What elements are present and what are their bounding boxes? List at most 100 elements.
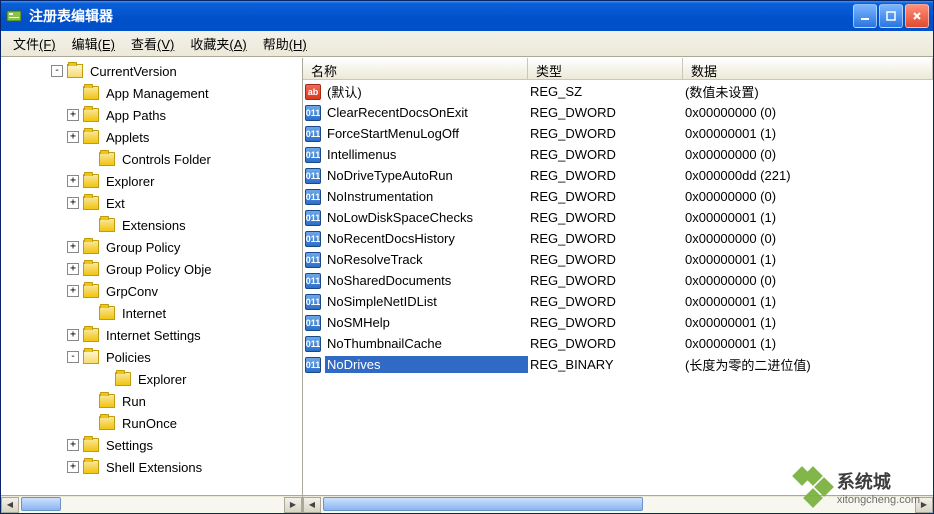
expand-icon[interactable]: + (67, 109, 79, 121)
column-name[interactable]: 名称 (303, 58, 528, 79)
list-row[interactable]: 011NoThumbnailCacheREG_DWORD0x00000001 (… (303, 333, 933, 354)
list-header: 名称 类型 数据 (303, 58, 933, 80)
window-title: 注册表编辑器 (29, 6, 853, 26)
registry-tree[interactable]: -CurrentVersionApp Management+App Paths+… (1, 58, 302, 495)
list-row[interactable]: 011NoLowDiskSpaceChecksREG_DWORD0x000000… (303, 207, 933, 228)
scroll-left-icon[interactable]: ◀ (303, 497, 321, 513)
tree-node[interactable]: RunOnce (3, 412, 300, 434)
expand-icon[interactable]: + (67, 197, 79, 209)
scroll-track[interactable] (19, 497, 284, 513)
tree-node[interactable]: +Group Policy (3, 236, 300, 258)
value-data: 0x00000000 (0) (683, 104, 933, 121)
expand-icon[interactable]: + (67, 285, 79, 297)
tree-node[interactable]: Run (3, 390, 300, 412)
tree-node[interactable]: Extensions (3, 214, 300, 236)
list-row[interactable]: 011NoInstrumentationREG_DWORD0x00000000 … (303, 186, 933, 207)
tree-node[interactable]: Controls Folder (3, 148, 300, 170)
values-list[interactable]: ab(默认)REG_SZ(数值未设置)011ClearRecentDocsOnE… (303, 80, 933, 495)
tree-node[interactable]: + App Paths (3, 104, 300, 126)
collapse-icon[interactable]: - (67, 351, 79, 363)
value-data: 0x00000001 (1) (683, 335, 933, 352)
scroll-right-icon[interactable]: ▶ (284, 497, 302, 513)
binary-value-icon: 011 (305, 273, 321, 289)
list-row[interactable]: 011NoRecentDocsHistoryREG_DWORD0x0000000… (303, 228, 933, 249)
expand-icon[interactable]: + (67, 131, 79, 143)
value-name: Intellimenus (325, 146, 528, 163)
menu-help[interactable]: 帮助(H) (255, 32, 315, 55)
titlebar[interactable]: 注册表编辑器 (1, 1, 933, 31)
scroll-left-icon[interactable]: ◀ (1, 497, 19, 513)
maximize-button[interactable] (879, 4, 903, 28)
watermark-logo-icon (795, 469, 831, 505)
expand-icon[interactable]: + (67, 461, 79, 473)
tree-label: Run (119, 393, 149, 410)
expand-icon[interactable]: + (67, 175, 79, 187)
menu-favorites[interactable]: 收藏夹(A) (182, 32, 254, 55)
value-type: REG_DWORD (528, 104, 683, 121)
close-button[interactable] (905, 4, 929, 28)
tree-panel: -CurrentVersionApp Management+App Paths+… (1, 58, 303, 513)
list-row[interactable]: 011NoSMHelpREG_DWORD0x00000001 (1) (303, 312, 933, 333)
folder-icon (83, 262, 99, 276)
expander-blank (83, 417, 95, 429)
value-data: (数值未设置) (683, 81, 933, 102)
tree-node[interactable]: +Ext (3, 192, 300, 214)
column-type[interactable]: 类型 (528, 58, 683, 79)
expand-icon[interactable]: + (67, 241, 79, 253)
list-row[interactable]: 011NoDrivesREG_BINARY(长度为零的二进位值) (303, 354, 933, 375)
expand-icon[interactable]: + (67, 263, 79, 275)
tree-node[interactable]: +Applets (3, 126, 300, 148)
menu-file[interactable]: 文件(F) (5, 32, 64, 55)
value-data: 0x00000000 (0) (683, 188, 933, 205)
menu-view[interactable]: 查看(V) (123, 32, 182, 55)
value-data: 0x00000001 (1) (683, 125, 933, 142)
registry-editor-window: 注册表编辑器 文件(F) 编辑(E) 查看(V) 收藏夹(A) 帮助(H) -C… (0, 0, 934, 514)
list-row[interactable]: 011NoResolveTrackREG_DWORD0x00000001 (1) (303, 249, 933, 270)
folder-icon (99, 416, 115, 430)
tree-hscrollbar[interactable]: ◀ ▶ (1, 495, 302, 513)
expander-blank (99, 373, 111, 385)
list-row[interactable]: 011ForceStartMenuLogOffREG_DWORD0x000000… (303, 123, 933, 144)
tree-node[interactable]: Explorer (3, 368, 300, 390)
tree-node[interactable]: +Shell Extensions (3, 456, 300, 478)
minimize-button[interactable] (853, 4, 877, 28)
scroll-thumb[interactable] (323, 497, 643, 511)
tree-node[interactable]: +GrpConv (3, 280, 300, 302)
tree-node[interactable]: App Management (3, 82, 300, 104)
tree-node[interactable]: +Internet Settings (3, 324, 300, 346)
tree-node[interactable]: +Settings (3, 434, 300, 456)
tree-node[interactable]: -CurrentVersion (3, 60, 300, 82)
tree-node[interactable]: +Group Policy Obje (3, 258, 300, 280)
value-data: 0x00000001 (1) (683, 314, 933, 331)
value-type: REG_DWORD (528, 251, 683, 268)
tree-node[interactable]: Internet (3, 302, 300, 324)
binary-value-icon: 011 (305, 231, 321, 247)
list-row[interactable]: ab(默认)REG_SZ(数值未设置) (303, 81, 933, 102)
content-area: -CurrentVersionApp Management+App Paths+… (1, 57, 933, 513)
string-value-icon: ab (305, 84, 321, 100)
tree-node[interactable]: -Policies (3, 346, 300, 368)
value-data: 0x00000001 (1) (683, 251, 933, 268)
expander-blank (83, 395, 95, 407)
list-row[interactable]: 011IntellimenusREG_DWORD0x00000000 (0) (303, 144, 933, 165)
folder-icon (83, 438, 99, 452)
value-name: NoSMHelp (325, 314, 528, 331)
menu-edit[interactable]: 编辑(E) (64, 32, 123, 55)
watermark: 系统城 xitongcheng.com (795, 468, 920, 506)
expand-icon[interactable]: + (67, 439, 79, 451)
expand-icon[interactable]: + (67, 329, 79, 341)
list-row[interactable]: 011NoSimpleNetIDListREG_DWORD0x00000001 … (303, 291, 933, 312)
collapse-icon[interactable]: - (51, 65, 63, 77)
value-type: REG_DWORD (528, 314, 683, 331)
value-name: ForceStartMenuLogOff (325, 125, 528, 142)
column-data[interactable]: 数据 (683, 58, 933, 79)
list-row[interactable]: 011NoSharedDocumentsREG_DWORD0x00000000 … (303, 270, 933, 291)
tree-node[interactable]: +Explorer (3, 170, 300, 192)
watermark-url: xitongcheng.com (837, 494, 920, 506)
app-icon (5, 7, 23, 25)
list-row[interactable]: 011ClearRecentDocsOnExitREG_DWORD0x00000… (303, 102, 933, 123)
scroll-thumb[interactable] (21, 497, 61, 511)
list-row[interactable]: 011NoDriveTypeAutoRunREG_DWORD0x000000dd… (303, 165, 933, 186)
folder-icon (83, 108, 99, 122)
tree-label: App Paths (103, 107, 169, 124)
